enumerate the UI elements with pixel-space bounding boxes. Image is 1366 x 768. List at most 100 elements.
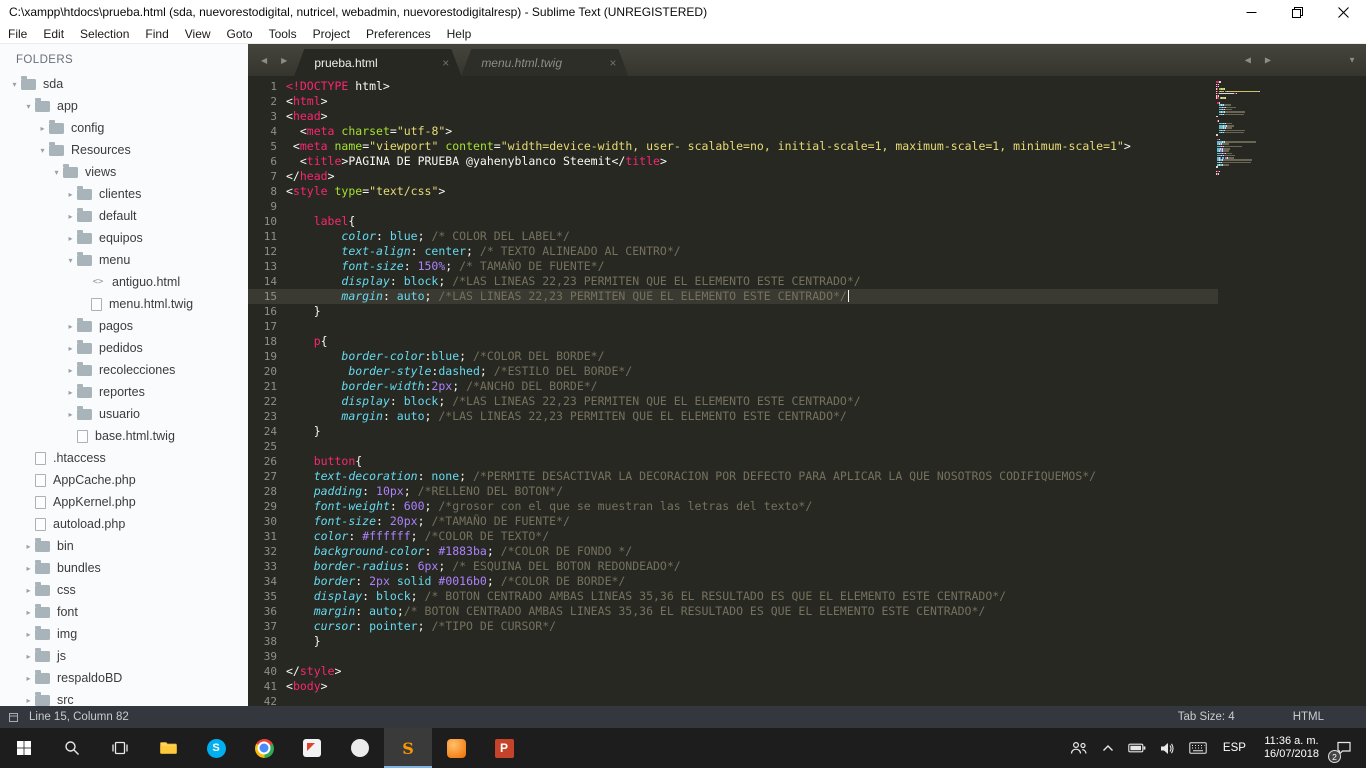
code-line-39[interactable]: 39 (248, 649, 1218, 664)
code-line-41[interactable]: 41 <body> (248, 679, 1218, 694)
code-line-31[interactable]: 31 color: #ffffff; /*COLOR DE TEXTO*/ (248, 529, 1218, 544)
clock[interactable]: 11:36 a. m. 16/07/2018 (1255, 735, 1328, 761)
skype-taskbar-button[interactable]: S (192, 728, 240, 768)
sidebar-item-appkernel.php[interactable]: AppKernel.php (0, 491, 248, 513)
tab-size-indicator[interactable]: Tab Size: 4 (1178, 711, 1235, 723)
sidebar-item-img[interactable]: ▸ img (0, 623, 248, 645)
sidebar-item-base.html.twig[interactable]: base.html.twig (0, 425, 248, 447)
code-line-13[interactable]: 13 font-size: 150%; /* TAMAÑO DE FUENTE*… (248, 259, 1218, 274)
flag-app-taskbar-button[interactable] (288, 728, 336, 768)
code-line-32[interactable]: 32 background-color: #1883ba; /*COLOR DE… (248, 544, 1218, 559)
sidebar-item-font[interactable]: ▸ font (0, 601, 248, 623)
hidden-icons-chevron-icon[interactable] (1095, 728, 1121, 768)
menu-selection[interactable]: Selection (72, 27, 137, 41)
tab-scroll-right-icon[interactable]: ▶ (274, 56, 294, 65)
sublime-text-taskbar-button[interactable]: S (384, 728, 432, 768)
menu-edit[interactable]: Edit (35, 27, 72, 41)
tab-prueba.html[interactable]: prueba.html × (294, 49, 461, 76)
code-editor[interactable]: 1 <!DOCTYPE html> 2 <html> 3 <head> 4 <meta ch… (248, 79, 1218, 706)
code-line-36[interactable]: 36 margin: auto;/* BOTON CENTRADO AMBAS … (248, 604, 1218, 619)
menu-tools[interactable]: Tools (261, 27, 305, 41)
code-line-19[interactable]: 19 border-color:blue; /*COLOR DEL BORDE*… (248, 349, 1218, 364)
code-line-4[interactable]: 4 <meta charset="utf-8"> (248, 124, 1218, 139)
code-line-35[interactable]: 35 display: block; /* BOTON CENTRADO AMB… (248, 589, 1218, 604)
sidebar-item-clientes[interactable]: ▸ clientes (0, 183, 248, 205)
action-center-button[interactable]: 2 (1328, 728, 1366, 768)
sidebar-item-config[interactable]: ▸ config (0, 117, 248, 139)
people-icon[interactable] (1063, 728, 1095, 768)
minimap[interactable] (1216, 81, 1262, 177)
code-line-20[interactable]: 20 border-style:dashed; /*ESTILO DEL BOR… (248, 364, 1218, 379)
file-explorer-taskbar-button[interactable] (144, 728, 192, 768)
sidebar-item-usuario[interactable]: ▸ usuario (0, 403, 248, 425)
code-line-28[interactable]: 28 padding: 10px; /*RELLENO DEL BOTON*/ (248, 484, 1218, 499)
sidebar-item-reportes[interactable]: ▸ reportes (0, 381, 248, 403)
sidebar-item-views[interactable]: ▾ views (0, 161, 248, 183)
menu-file[interactable]: File (0, 27, 35, 41)
code-line-14[interactable]: 14 display: block; /*LAS LINEAS 22,23 PE… (248, 274, 1218, 289)
tab-overflow-icon[interactable]: ▼ (1348, 56, 1356, 65)
menu-help[interactable]: Help (439, 27, 480, 41)
code-line-10[interactable]: 10 label{ (248, 214, 1218, 229)
touch-keyboard-icon[interactable] (1182, 728, 1214, 768)
sidebar-item-.htaccess[interactable]: .htaccess (0, 447, 248, 469)
code-line-26[interactable]: 26 button{ (248, 454, 1218, 469)
circle-app-taskbar-button[interactable] (336, 728, 384, 768)
sidebar-item-app[interactable]: ▾ app (0, 95, 248, 117)
code-line-3[interactable]: 3 <head> (248, 109, 1218, 124)
search-taskbar-button[interactable] (48, 728, 96, 768)
code-line-24[interactable]: 24 } (248, 424, 1218, 439)
code-line-30[interactable]: 30 font-size: 20px; /*TAMAÑO DE FUENTE*/ (248, 514, 1218, 529)
status-panel-icon[interactable] (0, 712, 29, 723)
code-line-40[interactable]: 40 </style> (248, 664, 1218, 679)
menu-goto[interactable]: Goto (219, 27, 261, 41)
sidebar-item-default[interactable]: ▸ default (0, 205, 248, 227)
sidebar-item-menu.html.twig[interactable]: menu.html.twig (0, 293, 248, 315)
code-line-18[interactable]: 18 p{ (248, 334, 1218, 349)
sidebar-item-bin[interactable]: ▸ bin (0, 535, 248, 557)
menu-preferences[interactable]: Preferences (358, 27, 439, 41)
sidebar-item-respaldobd[interactable]: ▸ respaldoBD (0, 667, 248, 689)
volume-icon[interactable] (1153, 728, 1182, 768)
code-line-22[interactable]: 22 display: block; /*LAS LINEAS 22,23 PE… (248, 394, 1218, 409)
code-line-23[interactable]: 23 margin: auto; /*LAS LINEAS 22,23 PERM… (248, 409, 1218, 424)
sidebar-item-pagos[interactable]: ▸ pagos (0, 315, 248, 337)
code-line-34[interactable]: 34 border: 2px solid #0016b0; /*COLOR DE… (248, 574, 1218, 589)
code-line-27[interactable]: 27 text-decoration: none; /*PERMITE DESA… (248, 469, 1218, 484)
sidebar-item-src[interactable]: ▸ src (0, 689, 248, 706)
sidebar-item-autoload.php[interactable]: autoload.php (0, 513, 248, 535)
tab-menu.html.twig[interactable]: menu.html.twig × (461, 49, 628, 76)
task-view-taskbar-button[interactable] (96, 728, 144, 768)
code-line-33[interactable]: 33 border-radius: 6px; /* ESQUINA DEL BO… (248, 559, 1218, 574)
code-line-42[interactable]: 42 (248, 694, 1218, 706)
sidebar-item-js[interactable]: ▸ js (0, 645, 248, 667)
code-line-12[interactable]: 12 text-align: center; /* TEXTO ALINEADO… (248, 244, 1218, 259)
code-line-1[interactable]: 1 <!DOCTYPE html> (248, 79, 1218, 94)
tab-scroll-left-icon[interactable]: ◀ (254, 56, 274, 65)
sidebar-item-sda[interactable]: ▾ sda (0, 73, 248, 95)
code-line-15[interactable]: 15 margin: auto; /*LAS LINEAS 22,23 PERM… (248, 289, 1218, 304)
sidebar-item-recolecciones[interactable]: ▸ recolecciones (0, 359, 248, 381)
powerpoint-taskbar-button[interactable]: P (480, 728, 528, 768)
menu-project[interactable]: Project (305, 27, 358, 41)
code-line-25[interactable]: 25 (248, 439, 1218, 454)
code-line-37[interactable]: 37 cursor: pointer; /*TIPO DE CURSOR*/ (248, 619, 1218, 634)
sidebar-item-bundles[interactable]: ▸ bundles (0, 557, 248, 579)
language-indicator[interactable]: ESP (1214, 742, 1255, 754)
sidebar-item-equipos[interactable]: ▸ equipos (0, 227, 248, 249)
tab-nav-back-icon[interactable]: ◀ (1238, 56, 1258, 65)
orange-app-taskbar-button[interactable] (432, 728, 480, 768)
menu-view[interactable]: View (177, 27, 219, 41)
sidebar-item-css[interactable]: ▸ css (0, 579, 248, 601)
tab-nav-forward-icon[interactable]: ▶ (1258, 56, 1278, 65)
code-line-7[interactable]: 7 </head> (248, 169, 1218, 184)
tab-close-icon[interactable]: × (609, 57, 616, 69)
chrome-taskbar-button[interactable] (240, 728, 288, 768)
title-bar[interactable]: C:\xampp\htdocs\prueba.html (sda, nuevor… (0, 0, 1366, 24)
code-line-17[interactable]: 17 (248, 319, 1218, 334)
code-line-5[interactable]: 5 <meta name="viewport" content="width=d… (248, 139, 1218, 154)
code-line-2[interactable]: 2 <html> (248, 94, 1218, 109)
code-line-11[interactable]: 11 color: blue; /* COLOR DEL LABEL*/ (248, 229, 1218, 244)
code-line-21[interactable]: 21 border-width:2px; /*ANCHO DEL BORDE*/ (248, 379, 1218, 394)
close-button[interactable] (1320, 0, 1366, 24)
